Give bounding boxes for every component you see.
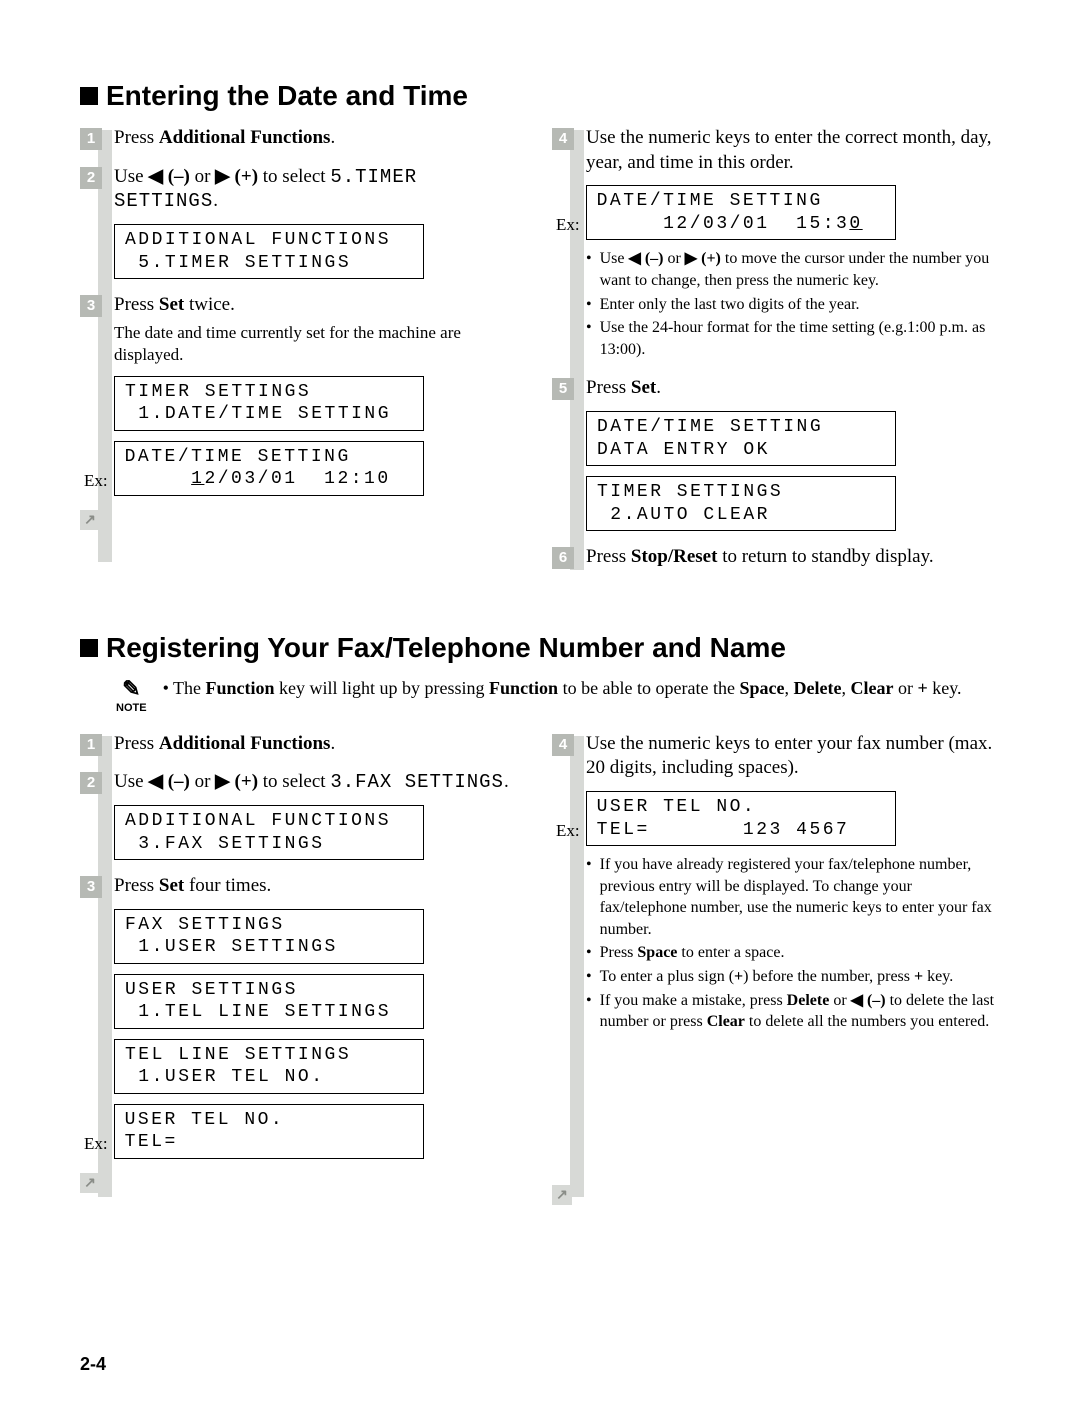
step-number-badge: 1: [80, 734, 102, 756]
two-column-layout: 1 Press Additional Functions. 2 Use ◀ (–…: [80, 126, 1000, 570]
step-3: 3 Press Set twice. The date and time cur…: [80, 293, 528, 496]
notes-list: Use ◀ (–) or ▶ (+) to move the cursor un…: [586, 248, 1000, 360]
lcd-display: TIMER SETTINGS 1.DATE/TIME SETTING: [114, 376, 424, 431]
step-3: 3 Press Set four times. FAX SETTINGS 1.U…: [80, 874, 528, 1159]
step-body: Press Additional Functions.: [114, 126, 528, 151]
continue-arrow-icon: ↗: [552, 1185, 572, 1205]
right-arrow-icon: ▶: [215, 166, 230, 187]
step-1: 1 Press Additional Functions.: [80, 732, 528, 757]
lcd-display: TIMER SETTINGS 2.AUTO CLEAR: [586, 476, 896, 531]
note-item: If you make a mistake, press Delete or ◀…: [586, 990, 1000, 1033]
two-column-layout: 1 Press Additional Functions. 2 Use ◀ (–…: [80, 732, 1000, 1205]
square-bullet-icon: [80, 87, 98, 105]
square-bullet-icon: [80, 639, 98, 657]
cursor-digit: 0: [849, 214, 862, 234]
step-1: 1 Press Additional Functions.: [80, 126, 528, 151]
step-6: 6 Press Stop/Reset to return to standby …: [552, 545, 1000, 570]
continue-arrow-icon: ↗: [80, 510, 100, 530]
right-arrow-icon: ▶: [215, 771, 230, 792]
page-number: 2-4: [80, 1354, 106, 1375]
left-arrow-icon: ◀: [629, 250, 641, 267]
set-key: Set: [159, 294, 184, 315]
note-icon: ✎ NOTE: [116, 678, 147, 714]
note-label: NOTE: [116, 702, 147, 714]
section-register-fax: Registering Your Fax/Telephone Number an…: [80, 632, 1000, 1205]
additional-functions-key: Additional Functions: [159, 733, 331, 754]
note-item: Use the 24-hour format for the time sett…: [586, 317, 1000, 360]
step-subtext: The date and time currently set for the …: [114, 322, 528, 366]
note-item: Press Space to enter a space.: [586, 942, 1000, 964]
section-heading: Entering the Date and Time: [80, 80, 1000, 112]
heading-text: Registering Your Fax/Telephone Number an…: [106, 632, 786, 664]
step-body: Press Set four times. FAX SETTINGS 1.USE…: [114, 874, 528, 1159]
lcd-display: DATE/TIME SETTING DATA ENTRY OK: [586, 411, 896, 466]
left-column: 1 Press Additional Functions. 2 Use ◀ (–…: [80, 126, 528, 570]
step-body: Use ◀ (–) or ▶ (+) to select 5.TIMER SET…: [114, 165, 528, 279]
example-label: Ex:: [84, 470, 108, 496]
lcd-display: TEL LINE SETTINGS 1.USER TEL NO.: [114, 1039, 424, 1094]
step-5: 5 Press Set. DATE/TIME SETTING DATA ENTR…: [552, 376, 1000, 531]
section-date-time: Entering the Date and Time 1 Press Addit…: [80, 80, 1000, 570]
notes-list: If you have already registered your fax/…: [586, 854, 1000, 1033]
example-label: Ex:: [84, 1133, 108, 1159]
heading-text: Entering the Date and Time: [106, 80, 468, 112]
lcd-display: DATE/TIME SETTING 12/03/01 15:30: [586, 185, 896, 240]
lcd-display: ADDITIONAL FUNCTIONS 3.FAX SETTINGS: [114, 805, 424, 860]
lcd-display: DATE/TIME SETTING 12/03/01 12:10: [114, 441, 424, 496]
step-2: 2 Use ◀ (–) or ▶ (+) to select 5.TIMER S…: [80, 165, 528, 279]
note-item: Use ◀ (–) or ▶ (+) to move the cursor un…: [586, 248, 1000, 291]
additional-functions-key: Additional Functions: [159, 127, 331, 148]
lcd-display: USER TEL NO. TEL= 123 4567: [586, 791, 896, 846]
lcd-display: ADDITIONAL FUNCTIONS 5.TIMER SETTINGS: [114, 224, 424, 279]
lcd-display: FAX SETTINGS 1.USER SETTINGS: [114, 909, 424, 964]
step-number-badge: 2: [80, 772, 102, 794]
step-body: Use ◀ (–) or ▶ (+) to select 3.FAX SETTI…: [114, 770, 528, 860]
step-number-badge: 2: [80, 167, 102, 189]
left-column: 1 Press Additional Functions. 2 Use ◀ (–…: [80, 732, 528, 1205]
right-arrow-icon: ▶: [685, 250, 697, 267]
step-body: Press Set. DATE/TIME SETTING DATA ENTRY …: [586, 376, 1000, 531]
step-2: 2 Use ◀ (–) or ▶ (+) to select 3.FAX SET…: [80, 770, 528, 860]
left-arrow-icon: ◀: [148, 166, 163, 187]
step-body: Use the numeric keys to enter your fax n…: [586, 732, 1000, 1035]
right-column: 4 Use the numeric keys to enter your fax…: [552, 732, 1000, 1205]
step-body: Use the numeric keys to enter the correc…: [586, 126, 1000, 362]
step-body: Press Stop/Reset to return to standby di…: [586, 545, 1000, 570]
left-arrow-icon: ◀: [851, 992, 863, 1009]
example-label: Ex:: [556, 820, 580, 846]
continue-arrow-icon: ↗: [80, 1173, 100, 1193]
lcd-display: USER TEL NO. TEL=: [114, 1104, 424, 1159]
pencil-icon: ✎: [122, 678, 140, 700]
set-key: Set: [159, 875, 184, 896]
set-key: Set: [631, 377, 656, 398]
step-number-badge: 1: [80, 128, 102, 150]
note-item: Enter only the last two digits of the ye…: [586, 294, 1000, 316]
step-number-badge: 6: [552, 547, 574, 569]
step-number-badge: 5: [552, 378, 574, 400]
section-heading: Registering Your Fax/Telephone Number an…: [80, 632, 1000, 664]
step-number-badge: 4: [552, 734, 574, 756]
note-item: To enter a plus sign (+) before the numb…: [586, 966, 1000, 988]
step-number-badge: 4: [552, 128, 574, 150]
step-4: 4 Use the numeric keys to enter the corr…: [552, 126, 1000, 362]
menu-option: 3.FAX SETTINGS: [330, 771, 504, 793]
note-block: ✎ NOTE • The Function key will light up …: [116, 678, 1000, 714]
lcd-display: USER SETTINGS 1.TEL LINE SETTINGS: [114, 974, 424, 1029]
example-label: Ex:: [556, 214, 580, 240]
left-arrow-icon: ◀: [148, 771, 163, 792]
step-number-badge: 3: [80, 295, 102, 317]
note-item: If you have already registered your fax/…: [586, 854, 1000, 940]
step-number-badge: 3: [80, 876, 102, 898]
step-body: Press Set twice. The date and time curre…: [114, 293, 528, 496]
step-body: Press Additional Functions.: [114, 732, 528, 757]
right-column: 4 Use the numeric keys to enter the corr…: [552, 126, 1000, 570]
note-text: • The Function key will light up by pres…: [163, 678, 962, 699]
stop-reset-key: Stop/Reset: [631, 546, 718, 567]
step-4: 4 Use the numeric keys to enter your fax…: [552, 732, 1000, 1035]
cursor-digit: 1: [191, 469, 204, 489]
